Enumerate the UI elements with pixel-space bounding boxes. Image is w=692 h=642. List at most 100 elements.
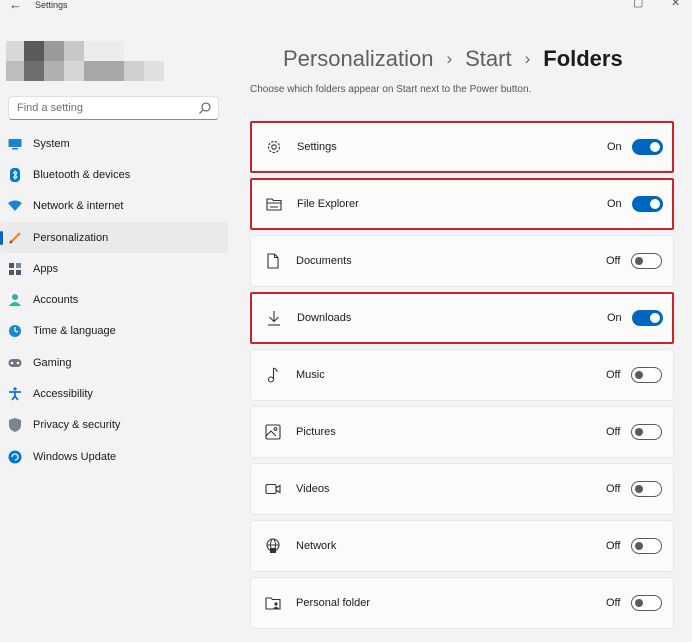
app-title: Settings [35, 0, 68, 10]
toggle-knob [650, 313, 660, 323]
personal-folder-toggle[interactable] [631, 595, 662, 611]
toggle-state-text: Off [606, 426, 621, 438]
close-icon[interactable]: ✕ [671, 0, 680, 9]
folder-row-documents: Documents Off [250, 235, 674, 287]
folder-row-music: Music Off [250, 349, 674, 401]
toggle-knob [650, 142, 660, 152]
sidebar-item-gaming[interactable]: Gaming [0, 347, 228, 378]
globe-clock-icon [8, 324, 22, 338]
music-toggle[interactable] [631, 367, 662, 383]
download-icon [266, 310, 282, 326]
pictures-icon [265, 424, 281, 440]
network-toggle[interactable] [631, 538, 662, 554]
folder-label: Pictures [296, 426, 336, 438]
folder-row-file-explorer: File Explorer On [250, 178, 674, 230]
pictures-toggle[interactable] [631, 424, 662, 440]
sidebar-item-label: Accessibility [33, 388, 93, 401]
bluetooth-icon [8, 167, 22, 182]
file-explorer-icon [266, 196, 282, 212]
sidebar-item-system[interactable]: System [0, 128, 228, 159]
breadcrumb: Personalization › Start › Folders [283, 46, 623, 72]
toggle-state-text: Off [606, 483, 621, 495]
toggle-state-text: Off [606, 597, 621, 609]
document-icon [265, 253, 281, 269]
toggle-knob [635, 485, 643, 493]
sidebar-item-windows-update[interactable]: Windows Update [0, 441, 228, 472]
file-explorer-toggle[interactable] [632, 196, 663, 212]
sidebar-item-label: Time & language [33, 325, 116, 338]
toggle-knob [635, 371, 643, 379]
sidebar-item-privacy-security[interactable]: Privacy & security [0, 410, 228, 441]
folder-row-network: Network Off [250, 520, 674, 572]
toggle-state-text: Off [606, 540, 621, 552]
accounts-icon [8, 293, 22, 307]
breadcrumb-separator: › [446, 49, 453, 68]
folder-label: Settings [297, 141, 337, 153]
sidebar-item-label: Bluetooth & devices [33, 168, 131, 181]
folder-label: File Explorer [297, 198, 359, 210]
breadcrumb-separator: › [524, 49, 531, 68]
toggle-state-text: On [607, 312, 622, 324]
sidebar-item-label: Privacy & security [33, 419, 121, 432]
downloads-toggle[interactable] [632, 310, 663, 326]
toggle-knob [635, 542, 643, 550]
toggle-knob [635, 428, 643, 436]
network-globe-icon [265, 538, 281, 554]
sidebar-item-label: Accounts [33, 294, 79, 307]
update-icon [8, 450, 22, 464]
folder-label: Documents [296, 255, 352, 267]
personal-folder-icon [265, 595, 281, 611]
shield-icon [8, 418, 22, 433]
sidebar-item-label: Windows Update [33, 450, 117, 463]
sidebar-item-bluetooth[interactable]: Bluetooth & devices [0, 159, 228, 190]
sidebar-item-label: Gaming [33, 356, 72, 369]
videos-toggle[interactable] [631, 481, 662, 497]
sidebar-item-label: Apps [33, 262, 59, 275]
sidebar-item-label: System [33, 137, 70, 150]
sidebar-nav: System Bluetooth & devices Network & int… [0, 128, 228, 472]
documents-toggle[interactable] [631, 253, 662, 269]
sidebar-item-accounts[interactable]: Accounts [0, 284, 228, 315]
folder-list: Settings On File Explorer On Documents O… [250, 121, 674, 634]
folder-row-videos: Videos Off [250, 463, 674, 515]
toggle-knob [635, 257, 643, 265]
breadcrumb-personalization[interactable]: Personalization [283, 46, 433, 72]
toggle-state-text: Off [606, 255, 621, 267]
sidebar-item-label: Network & internet [33, 200, 124, 213]
toggle-knob [650, 199, 660, 209]
maximize-icon[interactable]: ▢ [633, 0, 643, 9]
breadcrumb-start[interactable]: Start [465, 46, 511, 72]
folder-row-pictures: Pictures Off [250, 406, 674, 458]
sidebar-item-label: Personalization [33, 231, 109, 244]
apps-icon [8, 262, 22, 276]
settings-toggle[interactable] [632, 139, 663, 155]
sidebar-item-accessibility[interactable]: Accessibility [0, 378, 228, 409]
gear-icon [266, 139, 282, 155]
search-input[interactable] [9, 97, 189, 119]
back-arrow-icon[interactable]: ← [9, 0, 22, 12]
search-icon[interactable] [198, 101, 212, 115]
gamepad-icon [8, 356, 22, 370]
account-avatar[interactable] [6, 41, 166, 81]
sidebar-item-time-language[interactable]: Time & language [0, 316, 228, 347]
toggle-state-text: On [607, 141, 622, 153]
toggle-state-text: On [607, 198, 622, 210]
folder-row-downloads: Downloads On [250, 292, 674, 344]
sidebar-item-personalization[interactable]: Personalization [0, 221, 228, 254]
sidebar-item-apps[interactable]: Apps [0, 253, 228, 284]
folder-label: Videos [296, 483, 330, 495]
system-icon [8, 137, 22, 151]
video-icon [265, 481, 281, 497]
folder-label: Personal folder [296, 597, 370, 609]
accessibility-icon [8, 387, 22, 401]
folder-label: Downloads [297, 312, 352, 324]
wifi-icon [8, 199, 22, 213]
page-description: Choose which folders appear on Start nex… [250, 84, 532, 95]
page-title: Folders [543, 46, 623, 71]
search-box[interactable] [8, 96, 219, 120]
folder-label: Music [296, 369, 325, 381]
music-icon [265, 367, 281, 383]
toggle-knob [635, 599, 643, 607]
sidebar-item-network[interactable]: Network & internet [0, 191, 228, 222]
folder-row-settings: Settings On [250, 121, 674, 173]
